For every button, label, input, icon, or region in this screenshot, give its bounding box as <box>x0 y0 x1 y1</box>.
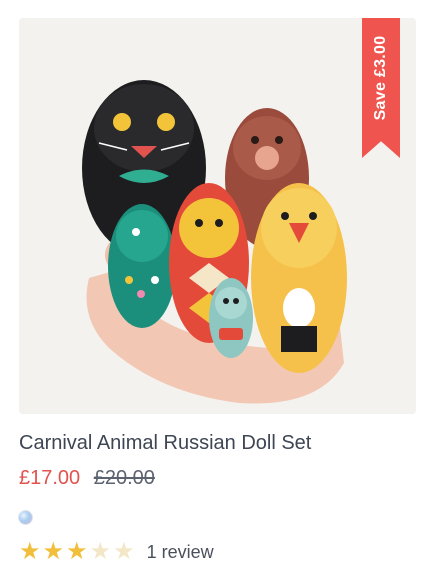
review-count-link[interactable]: 1 review <box>147 542 214 563</box>
sale-price: £17.00 <box>19 467 81 489</box>
star-filled-icon: ★ <box>19 538 41 565</box>
star-filled-icon: ★ <box>42 538 65 565</box>
save-badge-label: Save £3.00 <box>372 35 389 121</box>
product-title[interactable]: Carnival Animal Russian Doll Set <box>19 432 311 455</box>
doll-set-illustration <box>19 18 416 414</box>
star-filled-icon: ★ <box>66 538 88 565</box>
original-price: £20.00 <box>93 467 155 489</box>
color-swatch-dot-icon[interactable] <box>19 511 32 524</box>
product-card[interactable]: Save £3.00 Carnival Animal Russian Doll … <box>0 0 435 583</box>
star-empty-icon: ★ <box>113 538 135 565</box>
product-image[interactable]: Save £3.00 <box>19 18 416 414</box>
price-row: £17.00 £20.00 <box>19 467 155 490</box>
rating-row[interactable]: ★ ★ ★ ★ ★ 1 review <box>19 540 214 564</box>
star-empty-icon: ★ <box>89 538 112 565</box>
save-badge: Save £3.00 <box>362 18 400 158</box>
